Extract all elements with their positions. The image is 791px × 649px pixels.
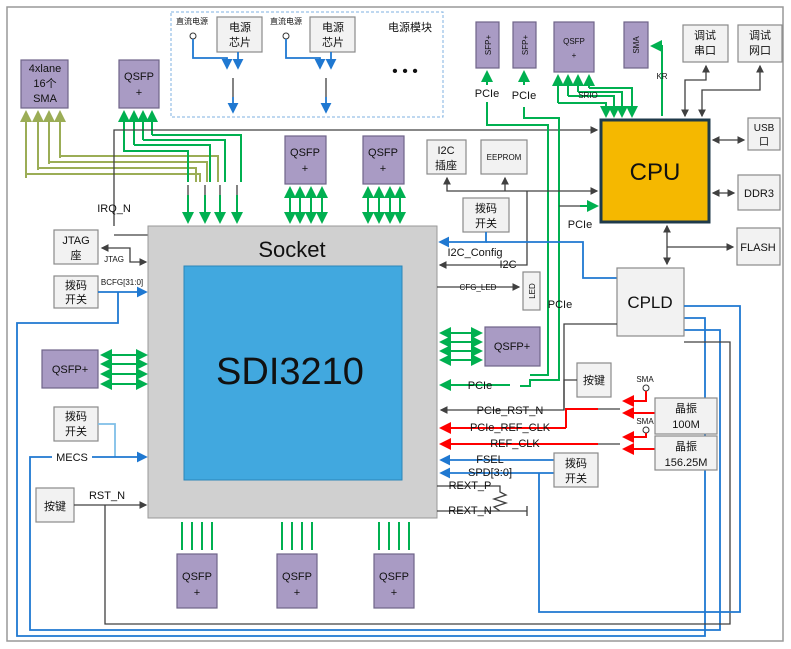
block-diagram: 电源模块 直流电源 直流电源 电源 芯片 电源 芯片 • • • 4xlane … (6, 6, 784, 642)
osc-label: 156.25M (665, 457, 708, 469)
sfp-label: SFP+ (484, 35, 493, 56)
ref-clk-label: REF_CLK (490, 438, 540, 450)
qsfp-top-left (118, 59, 160, 109)
kr-label: KR (656, 72, 667, 81)
net-label: 调试 (749, 29, 771, 42)
key-label: 按键 (583, 373, 605, 387)
qsfp-label: QSFP (182, 571, 212, 583)
qsfp-label: + (380, 163, 386, 175)
rext-p-label: REXT_P (449, 480, 492, 492)
osc-label: 晶振 (675, 439, 697, 453)
flash-label: FLASH (740, 242, 776, 254)
dip-label: 开关 (565, 471, 587, 485)
bcfg-label: BCFG[31:0] (101, 278, 143, 287)
pcie-ref-clk-label: PCIe_REF_CLK (470, 422, 551, 434)
qsfp-label: + (294, 587, 300, 599)
usb-label: 口 (759, 137, 769, 148)
osc-label: 晶振 (675, 401, 697, 415)
pcie-label: PCIe (568, 219, 592, 231)
osc-label: 100M (672, 419, 700, 431)
dip-label: 开关 (475, 216, 497, 230)
fsel-label: FSEL (476, 454, 504, 466)
sma-label: SMA (636, 375, 654, 384)
qsfp-label: QSFP+ (494, 341, 530, 353)
qsfp-label: QSFP (282, 571, 312, 583)
dip-label: 开关 (65, 292, 87, 306)
socket-label: Socket (258, 237, 325, 262)
chip-label: SDI3210 (216, 351, 364, 393)
qsfp-label: QSFP+ (52, 364, 88, 376)
jtag-label: JTAG (62, 235, 89, 247)
qsfp-label: QSFP (124, 71, 154, 83)
qsfp-label: QSFP (563, 37, 585, 46)
bottom-qsfps: QSFP + QSFP + QSFP + (176, 522, 415, 609)
qsfp-mid-links (284, 186, 406, 224)
net-label: 网口 (749, 45, 771, 57)
power-chip-label: 芯片 (322, 35, 344, 49)
pcie-label: PCIe (468, 380, 492, 392)
power-module-title: 电源模块 (388, 20, 432, 34)
qsfp-label: + (194, 587, 200, 599)
more-dots: • • • (392, 63, 418, 80)
sma-lines (20, 110, 243, 224)
cfg-led-label: CFG_LED (460, 283, 497, 292)
power-chip-label: 电源 (229, 20, 251, 34)
i2c-socket-label: I2C (437, 145, 454, 157)
cpld-label: CPLD (627, 293, 672, 312)
irq-label: IRQ_N (97, 203, 131, 215)
qsfp-mid-2 (362, 135, 405, 185)
dc-power-label: 直流电源 (270, 16, 302, 26)
led-label: LED (528, 283, 537, 299)
i2c-label: I2C (499, 259, 516, 271)
serial-label: 调试 (694, 29, 716, 42)
jtag-label: 座 (71, 248, 82, 262)
srio-label: SRIO (578, 91, 598, 100)
qsfp-label: QSFP (290, 147, 320, 159)
pcie-label: PCIe (512, 90, 536, 102)
power-chip-label: 芯片 (229, 35, 251, 49)
key-label: 按键 (44, 499, 66, 513)
dip-label: 拨码 (65, 409, 87, 423)
eeprom-label: EEPROM (487, 153, 522, 162)
i2c-socket-label: 插座 (435, 158, 457, 172)
serial-label: 串口 (694, 44, 716, 57)
qsfp-mid-1 (284, 135, 327, 185)
mecs-label: MECS (56, 452, 88, 464)
usb-label: USB (754, 123, 775, 134)
rst-label: RST_N (89, 490, 125, 502)
sma-box-label: 4xlane (29, 63, 61, 75)
dip-label: 拨码 (65, 278, 87, 292)
pcie-rst-label: PCIe_RST_N (477, 405, 544, 417)
sma-label: SMA (632, 36, 641, 54)
ddr3-label: DDR3 (744, 188, 774, 200)
dc-power-label: 直流电源 (176, 16, 208, 26)
spd-label: SPD[3:0] (468, 467, 512, 479)
dip-label: 拨码 (565, 456, 587, 470)
rext-n-label: REXT_N (448, 505, 491, 517)
qsfp-label: + (572, 51, 577, 60)
pcie-label: PCIe (548, 299, 572, 311)
qsfp-label: + (302, 163, 308, 175)
qsfp-right-links (439, 327, 483, 366)
dip-label: 拨码 (475, 201, 497, 215)
power-chip-label: 电源 (322, 20, 344, 34)
qsfp-label: QSFP (379, 571, 409, 583)
power-module: 电源模块 直流电源 直流电源 电源 芯片 电源 芯片 • • • (170, 11, 444, 118)
qsfp-label: + (391, 587, 397, 599)
dip-label: 开关 (65, 424, 87, 438)
pcie-label: PCIe (475, 88, 499, 100)
sma-box-label: SMA (33, 93, 58, 105)
sma-label: SMA (636, 417, 654, 426)
qsfp-label: + (136, 87, 142, 99)
sma-box-label: 16个 (33, 77, 56, 90)
qsfp-left-links (100, 349, 148, 390)
sfp-label: SFP+ (521, 35, 530, 56)
i2c-config-label: I2C_Config (447, 247, 502, 259)
jtag-line-label: JTAG (104, 255, 124, 264)
qsfp-label: QSFP (368, 147, 398, 159)
cpu-label: CPU (630, 159, 681, 186)
qsfp-top-right (553, 21, 595, 73)
